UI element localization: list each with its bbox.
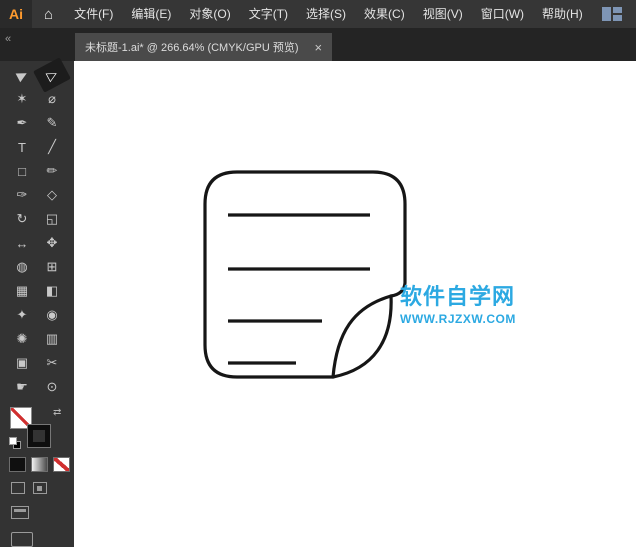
rectangle-tool[interactable]: □ (7, 159, 37, 183)
artboard-tool[interactable]: ▣ (7, 351, 37, 375)
menu-view[interactable]: 视图(V) (414, 0, 472, 28)
none-paint-button[interactable] (53, 457, 70, 472)
zoom-tool[interactable]: ⊙ (37, 375, 67, 399)
mesh-tool[interactable]: ▦ (7, 279, 37, 303)
gradient-tool[interactable]: ◧ (37, 279, 67, 303)
symbol-sprayer-tool[interactable]: ✺ (7, 327, 37, 351)
hand-tool[interactable]: ☛ (7, 375, 37, 399)
menu-effect[interactable]: 效果(C) (355, 0, 414, 28)
artboard-canvas[interactable]: 软件自学网 WWW.RJZXW.COM (74, 61, 636, 547)
rotate-tool[interactable]: ↻ (7, 207, 37, 231)
drawing-mode-buttons (0, 472, 74, 494)
line-segment-tool[interactable]: ╱ (37, 135, 67, 159)
collapse-panel-icon[interactable]: « (5, 33, 11, 45)
document-tab-title: 未标题-1.ai* @ 266.64% (CMYK/GPU 预览) (85, 42, 299, 54)
scale-tool[interactable]: ◱ (37, 207, 67, 231)
default-fill-stroke-icon[interactable] (9, 437, 21, 449)
menu-edit[interactable]: 编辑(E) (122, 0, 180, 28)
gradient-paint-button[interactable] (31, 457, 48, 472)
watermark-site-name: 软件自学网 (400, 284, 516, 309)
screen-mode-button[interactable] (11, 506, 29, 519)
note-page-artwork (203, 170, 407, 379)
menu-help[interactable]: 帮助(H) (533, 0, 592, 28)
draw-normal-mode-button[interactable] (11, 482, 25, 494)
tools-panel: ▶ ▷ ✶ ⌀ ✒ ✎ T ╱ □ ✏ ✑ ◇ ↻ ◱ ↔ ✥ ◍ ⊞ ▦ ◧ ✦ ◉ ✺ ▥ ▣ ✂ ☛ ⊙ ⇄ (0, 57, 74, 547)
shape-builder-tool[interactable]: ◍ (7, 255, 37, 279)
swap-fill-stroke-icon[interactable]: ⇄ (53, 407, 61, 418)
fill-stroke-controls: ⇄ (0, 405, 74, 453)
magic-wand-tool[interactable]: ✶ (7, 87, 37, 111)
document-tab[interactable]: 未标题-1.ai* @ 266.64% (CMYK/GPU 预览) × (75, 33, 333, 61)
menu-select[interactable]: 选择(S) (297, 0, 355, 28)
type-tool[interactable]: T (7, 135, 37, 159)
blend-tool[interactable]: ◉ (37, 303, 67, 327)
stroke-color-swatch[interactable] (27, 424, 51, 448)
column-graph-tool[interactable]: ▥ (37, 327, 67, 351)
pencil-tool[interactable]: ✏ (37, 159, 67, 183)
menu-type[interactable]: 文字(T) (240, 0, 297, 28)
curvature-tool[interactable]: ✎ (37, 111, 67, 135)
eyedropper-tool[interactable]: ✦ (7, 303, 37, 327)
lasso-tool[interactable]: ⌀ (37, 87, 67, 111)
paintbrush-tool[interactable]: ✑ (7, 183, 37, 207)
close-tab-icon[interactable]: × (315, 40, 323, 55)
watermark-site-url: WWW.RJZXW.COM (400, 312, 516, 327)
menu-window[interactable]: 窗口(W) (472, 0, 533, 28)
document-tab-bar: « 未标题-1.ai* @ 266.64% (CMYK/GPU 预览) × (0, 28, 636, 61)
workspace-switcher-icon[interactable] (602, 7, 622, 21)
pen-tool[interactable]: ✒ (7, 111, 37, 135)
color-paint-button[interactable] (9, 457, 26, 472)
watermark: 软件自学网 WWW.RJZXW.COM (400, 284, 516, 327)
draw-behind-mode-button[interactable] (33, 482, 47, 494)
illustrator-logo: Ai (0, 0, 32, 28)
change-screen-mode-button[interactable] (11, 532, 33, 547)
width-tool[interactable]: ↔ (7, 231, 37, 255)
slice-tool[interactable]: ✂ (37, 351, 67, 375)
menu-bar: Ai ⌂ 文件(F) 编辑(E) 对象(O) 文字(T) 选择(S) 效果(C) 视图(V)… (0, 0, 636, 28)
tools-grid: ▶ ▷ ✶ ⌀ ✒ ✎ T ╱ □ ✏ ✑ ◇ ↻ ◱ ↔ ✥ ◍ ⊞ ▦ ◧ ✦ ◉ ✺ ▥ ▣ ✂ ☛ ⊙ (0, 57, 74, 399)
shaper-tool[interactable]: ◇ (37, 183, 67, 207)
paint-style-buttons (0, 453, 74, 472)
menu-object[interactable]: 对象(O) (180, 0, 239, 28)
perspective-grid-tool[interactable]: ⊞ (37, 255, 67, 279)
free-transform-tool[interactable]: ✥ (37, 231, 67, 255)
menu-items: 文件(F) 编辑(E) 对象(O) 文字(T) 选择(S) 效果(C) 视图(V) 窗口(W)… (65, 0, 592, 28)
menu-file[interactable]: 文件(F) (65, 0, 122, 28)
home-icon[interactable]: ⌂ (32, 6, 65, 23)
